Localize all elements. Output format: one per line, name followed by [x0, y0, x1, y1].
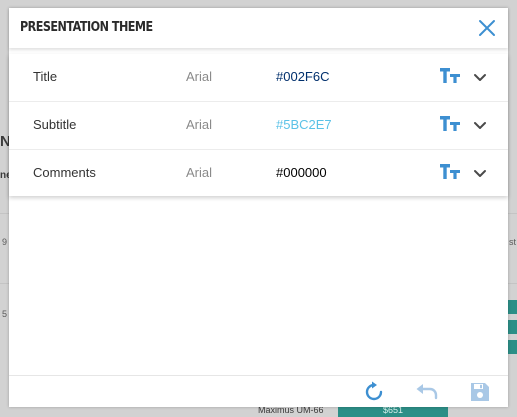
text-style-button[interactable] — [439, 114, 461, 132]
reset-button[interactable] — [363, 381, 385, 403]
row-color: #000000 — [276, 165, 327, 180]
text-style-button[interactable] — [439, 162, 461, 180]
row-name: Subtitle — [33, 117, 77, 132]
undo-button[interactable] — [415, 381, 438, 403]
presentation-theme-dialog: PRESENTATION THEME Title Arial #002F6C S… — [9, 8, 508, 407]
bg-bar — [508, 320, 517, 334]
dialog-header: PRESENTATION THEME — [9, 8, 508, 48]
bg-bar — [508, 340, 517, 354]
row-font: Arial — [186, 69, 213, 84]
close-icon — [479, 20, 495, 36]
chevron-down-icon — [474, 122, 486, 129]
expand-button[interactable] — [473, 71, 487, 83]
theme-row-subtitle[interactable]: Subtitle Arial #5BC2E7 — [9, 102, 508, 150]
close-button[interactable] — [478, 19, 496, 37]
theme-rows: Title Arial #002F6C Subtitle Arial #5BC2… — [9, 54, 508, 196]
chevron-down-icon — [474, 74, 486, 81]
theme-row-title[interactable]: Title Arial #002F6C — [9, 54, 508, 102]
row-font: Arial — [186, 117, 213, 132]
row-color: #002F6C — [276, 69, 330, 84]
chevron-down-icon — [474, 170, 486, 177]
row-color: #5BC2E7 — [276, 117, 332, 132]
dialog-title: PRESENTATION THEME — [20, 20, 153, 35]
save-button[interactable] — [469, 381, 491, 403]
theme-row-comments[interactable]: Comments Arial #000000 — [9, 150, 508, 197]
expand-button[interactable] — [473, 119, 487, 131]
row-name: Comments — [33, 165, 96, 180]
save-icon — [471, 383, 489, 401]
text-size-icon — [440, 164, 460, 179]
expand-button[interactable] — [473, 167, 487, 179]
undo-icon — [416, 384, 438, 400]
text-size-icon — [440, 68, 460, 83]
text-style-button[interactable] — [439, 66, 461, 84]
row-name: Title — [33, 69, 58, 84]
bg-fragment: 5 — [2, 309, 8, 319]
text-size-icon — [440, 116, 460, 131]
dialog-footer — [9, 375, 508, 408]
refresh-icon — [365, 381, 383, 401]
row-font: Arial — [186, 165, 213, 180]
bg-fragment: st — [509, 237, 517, 247]
bg-bar — [508, 300, 517, 314]
bg-fragment: 9 — [2, 237, 8, 247]
